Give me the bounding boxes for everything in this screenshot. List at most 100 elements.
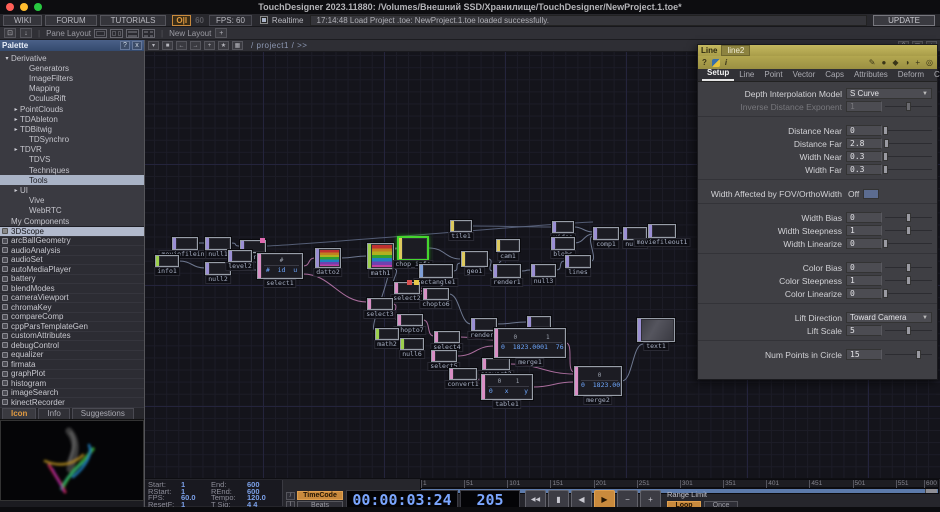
parameter-slider[interactable]	[885, 138, 932, 149]
palette-help-button[interactable]: ?	[120, 41, 130, 50]
timeline-ruler[interactable]: 151101151201251301351401451501551600	[420, 479, 939, 488]
component-item-chromakey[interactable]: chromaKey	[0, 303, 144, 313]
node-moviefilein1[interactable]: moviefilein1	[172, 237, 198, 250]
parameter-value-field[interactable]: 0	[846, 238, 882, 249]
parameter-slider[interactable]	[885, 262, 932, 273]
slider-handle-icon[interactable]	[906, 326, 911, 335]
palette-tab-suggestions[interactable]: Suggestions	[72, 408, 134, 419]
parameter-tab-common[interactable]: Common	[929, 70, 940, 81]
parameter-toolbar-icon-2[interactable]: ◆	[892, 58, 898, 68]
parameter-value-field[interactable]: 15	[846, 349, 882, 360]
slider-handle-icon[interactable]	[883, 239, 888, 248]
parameter-slider[interactable]	[885, 164, 932, 175]
component-item-3dscope[interactable]: 3DScope	[0, 227, 144, 237]
parameter-tab-caps[interactable]: Caps	[820, 70, 849, 81]
slider-handle-icon[interactable]	[906, 263, 911, 272]
network-header-button-0[interactable]: ▾	[148, 41, 159, 50]
slider-handle-icon[interactable]	[883, 165, 888, 174]
parameter-slider[interactable]	[885, 238, 932, 249]
palette-tree-item-derivative[interactable]: ▾Derivative	[0, 53, 144, 63]
palette-tree-item-ui[interactable]: ▸UI	[0, 185, 144, 195]
parameter-tab-line[interactable]: Line	[734, 70, 759, 81]
node-null1[interactable]: null1	[205, 237, 231, 250]
fps-field[interactable]: FPS: 60	[209, 15, 252, 26]
component-item-automediaplayer[interactable]: autoMediaPlayer	[0, 265, 144, 275]
network-header-button-3[interactable]: →	[190, 41, 201, 50]
network-header-button-1[interactable]: ■	[162, 41, 173, 50]
parameter-slider[interactable]	[885, 288, 932, 299]
parameter-value-field[interactable]: 2.8	[846, 138, 882, 149]
palette-close-button[interactable]: x	[132, 41, 142, 50]
node-null9[interactable]: null9	[527, 316, 551, 328]
slider-handle-icon[interactable]	[906, 213, 911, 222]
node-merge2[interactable]: 00 1823.00merge2	[574, 366, 622, 396]
pane-layout-single[interactable]	[94, 29, 107, 38]
parameter-value-field[interactable]: 5	[846, 325, 882, 336]
node-render1[interactable]: render1	[493, 264, 521, 278]
parameter-value-field[interactable]: 1	[846, 275, 882, 286]
node-cam1[interactable]: cam1	[496, 239, 520, 252]
realtime-checkbox-icon[interactable]	[260, 16, 268, 24]
parameter-toolbar-icon-0[interactable]: ✎	[869, 58, 876, 68]
parameter-tab-setup[interactable]: Setup	[702, 68, 734, 81]
node-blobs[interactable]: blobs	[551, 237, 575, 250]
node-select4[interactable]: select4	[434, 331, 460, 343]
node-tile1[interactable]: tile1	[450, 220, 472, 232]
palette-tree-item-tools[interactable]: Tools	[0, 175, 144, 185]
palette-tree-item-webrtc[interactable]: WebRTC	[0, 206, 144, 216]
parameter-toolbar-icon-5[interactable]: ◎	[926, 58, 933, 68]
node-info1[interactable]: info1	[155, 255, 179, 267]
palette-tree-item-vive[interactable]: Vive	[0, 196, 144, 206]
update-button[interactable]: UPDATE	[873, 15, 935, 26]
node-datto2[interactable]: datto2	[315, 248, 341, 268]
node-text1[interactable]: text1	[637, 318, 675, 342]
pane-layout-split-rows[interactable]	[126, 29, 139, 38]
node-chopto6[interactable]: chopto6	[423, 288, 449, 300]
add-layout-button[interactable]: +	[215, 28, 227, 38]
range-end-handle[interactable]	[925, 489, 937, 493]
component-item-firmata[interactable]: firmata	[0, 360, 144, 370]
node-chopto7[interactable]: chopto7	[397, 314, 423, 326]
node-null3[interactable]: null3	[531, 264, 556, 277]
palette-tree-item-tdableton[interactable]: ▸TDAbleton	[0, 114, 144, 124]
parameter-slider[interactable]	[885, 125, 932, 136]
palette-tree-item-tdvr[interactable]: ▸TDVR	[0, 145, 144, 155]
help-icon[interactable]: ?	[702, 58, 707, 68]
pane-layout-grid[interactable]	[142, 29, 155, 38]
pane-layout-split-cols[interactable]	[110, 29, 123, 38]
parameter-value-field[interactable]: 0	[846, 288, 882, 299]
palette-tree-item-oculusrift[interactable]: OculusRift	[0, 94, 144, 104]
menu-link-forum[interactable]: FORUM	[45, 15, 96, 26]
palette-tree-item-imagefilters[interactable]: ImageFilters	[0, 73, 144, 83]
parameter-tab-deform[interactable]: Deform	[893, 70, 929, 81]
node-comp1[interactable]: comp1	[593, 227, 619, 240]
parameter-toolbar-icon-1[interactable]: ●	[882, 58, 887, 68]
network-header-button-2[interactable]: ←	[176, 41, 187, 50]
component-item-battery[interactable]: battery	[0, 275, 144, 285]
palette-tree-item-tdsynchro[interactable]: TDSynchro	[0, 135, 144, 145]
node-select3[interactable]: select3	[367, 298, 393, 310]
parameter-value-field[interactable]: 0.3	[846, 164, 882, 175]
component-item-kinectrecorder[interactable]: kinectRecorder	[0, 398, 144, 408]
slider-handle-icon[interactable]	[883, 152, 888, 161]
network-header-button-5[interactable]: ★	[218, 41, 229, 50]
component-item-blendmodes[interactable]: blendModes	[0, 284, 144, 294]
slider-handle-icon[interactable]	[883, 289, 888, 298]
component-item-histogram[interactable]: histogram	[0, 379, 144, 389]
node-table1[interactable]: 0 10 x ytable1	[481, 374, 533, 400]
parameter-toolbar-icon-3[interactable]: ◑	[905, 58, 910, 68]
node-merge1[interactable]: 0 10 1823.0001 768.4merge1	[494, 328, 566, 358]
parameter-toolbar-icon-4[interactable]: +	[915, 58, 920, 68]
palette-tree-item-mapping[interactable]: Mapping	[0, 84, 144, 94]
parameter-value-field[interactable]: 1	[846, 101, 882, 112]
bookmark-icon[interactable]: ⊡	[4, 28, 16, 38]
slider-handle-icon[interactable]	[906, 276, 911, 285]
node-chop-info[interactable]: chop_info	[397, 236, 429, 261]
parameter-value-field[interactable]: 0	[846, 262, 882, 273]
parameter-slider[interactable]	[885, 275, 932, 286]
component-item-graphplot[interactable]: graphPlot	[0, 370, 144, 380]
menu-link-tutorials[interactable]: TUTORIALS	[100, 15, 167, 26]
parameter-tab-point[interactable]: Point	[759, 70, 787, 81]
palette-tab-info[interactable]: Info	[38, 408, 69, 419]
palette-tree-item-pointclouds[interactable]: ▸PointClouds	[0, 104, 144, 114]
